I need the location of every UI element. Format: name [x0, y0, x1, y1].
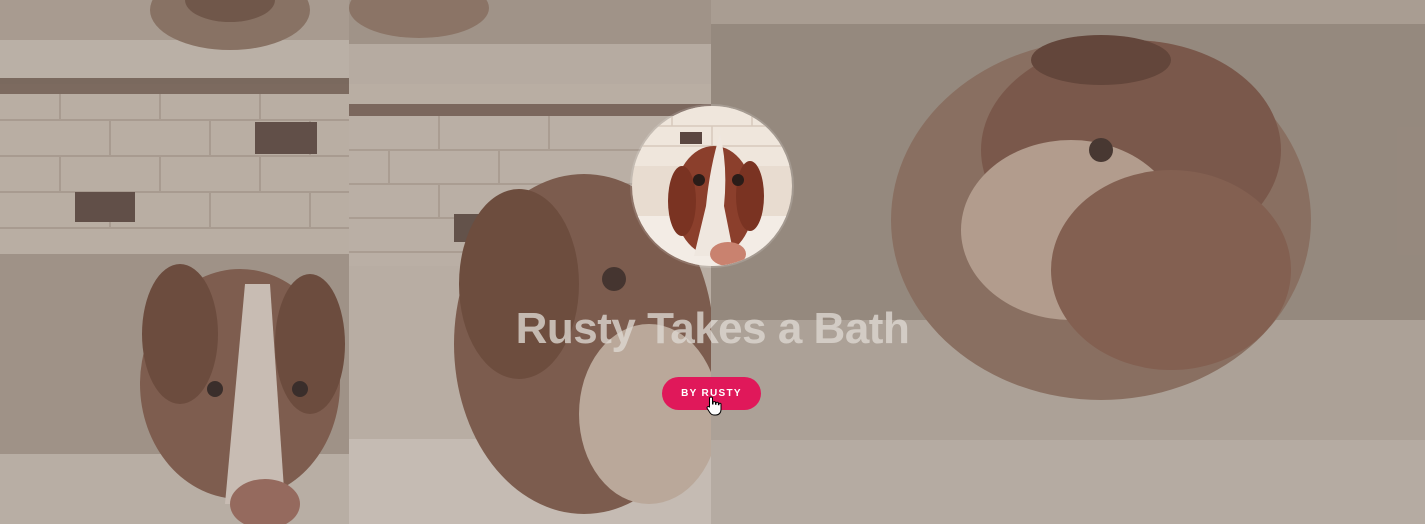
background-photo-top-left [0, 0, 349, 84]
author-avatar[interactable] [632, 106, 792, 266]
post-title: Rusty Takes a Bath [515, 304, 910, 353]
author-button[interactable]: BY RUSTY [662, 377, 761, 410]
post-hero: Rusty Takes a Bath BY RUSTY [0, 0, 1425, 524]
background-photo-top-middle [349, 0, 711, 84]
background-photo-right [711, 0, 1425, 524]
